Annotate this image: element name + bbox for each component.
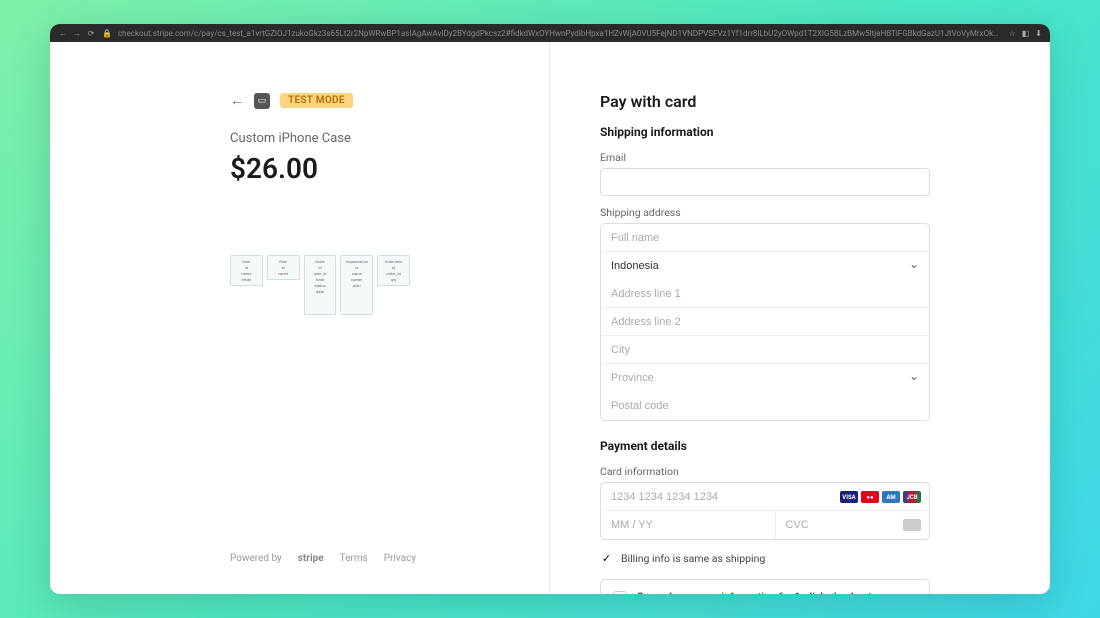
payment-panel: Pay with card Shipping information Email… bbox=[550, 42, 1050, 594]
test-mode-badge: TEST MODE bbox=[280, 93, 353, 108]
reload-icon[interactable]: ⟳ bbox=[86, 28, 96, 38]
back-arrow-icon[interactable]: ← bbox=[230, 92, 244, 109]
card-expiry-input[interactable] bbox=[601, 511, 776, 539]
country-select[interactable]: Indonesia bbox=[601, 252, 929, 280]
pay-with-card-heading: Pay with card bbox=[600, 92, 930, 111]
card-brand-icons: VISA ●● AM JCB bbox=[840, 491, 921, 503]
product-image: Useridnameemail Roleidname Orderiduser_i… bbox=[230, 255, 410, 330]
star-icon[interactable]: ☆ bbox=[1009, 29, 1016, 38]
summary-panel: ← ▭ TEST MODE Custom iPhone Case $26.00 … bbox=[50, 42, 550, 594]
merchant-icon: ▭ bbox=[254, 93, 270, 109]
terms-link[interactable]: Terms bbox=[340, 553, 368, 564]
checkmark-icon: ✓ bbox=[600, 552, 613, 565]
billing-same-label: Billing info is same as shipping bbox=[621, 552, 765, 565]
payment-details-heading: Payment details bbox=[600, 439, 930, 453]
card-info-label: Card information bbox=[600, 465, 930, 478]
visa-icon: VISA bbox=[840, 491, 858, 503]
url-text: checkout.stripe.com/c/pay/cs_test_a1vrtG… bbox=[118, 29, 1003, 38]
back-nav-icon[interactable]: ← bbox=[58, 28, 68, 38]
mastercard-icon: ●● bbox=[861, 491, 879, 503]
email-label: Email bbox=[600, 151, 930, 164]
browser-address-bar: ← → ⟳ 🔒 checkout.stripe.com/c/pay/cs_tes… bbox=[50, 24, 1050, 42]
save-info-checkbox[interactable] bbox=[613, 591, 627, 594]
browser-window: ← → ⟳ 🔒 checkout.stripe.com/c/pay/cs_tes… bbox=[50, 24, 1050, 594]
jcb-icon: JCB bbox=[903, 491, 921, 503]
address-line-2-input[interactable] bbox=[601, 308, 929, 336]
product-name: Custom iPhone Case bbox=[230, 131, 459, 146]
privacy-link[interactable]: Privacy bbox=[384, 553, 416, 564]
forward-nav-icon[interactable]: → bbox=[72, 28, 82, 38]
lock-icon: 🔒 bbox=[102, 29, 112, 38]
cvc-card-icon bbox=[903, 519, 921, 531]
email-input[interactable] bbox=[600, 168, 930, 196]
card-input-group: VISA ●● AM JCB bbox=[600, 482, 930, 540]
shipping-info-heading: Shipping information bbox=[600, 125, 930, 139]
download-icon[interactable]: ⬇ bbox=[1035, 29, 1042, 38]
city-input[interactable] bbox=[601, 336, 929, 364]
postal-code-input[interactable] bbox=[601, 392, 929, 420]
shipping-address-group: Indonesia Province bbox=[600, 223, 930, 421]
address-line-1-input[interactable] bbox=[601, 280, 929, 308]
stripe-logo: stripe bbox=[298, 553, 324, 564]
shipping-address-label: Shipping address bbox=[600, 206, 930, 219]
fullname-input[interactable] bbox=[601, 224, 929, 252]
billing-same-row[interactable]: ✓ Billing info is same as shipping bbox=[600, 552, 930, 565]
save-info-box[interactable]: Securely save my information for 1-click… bbox=[600, 579, 930, 594]
amex-icon: AM bbox=[882, 491, 900, 503]
save-info-title: Securely save my information for 1-click… bbox=[637, 590, 872, 594]
footer: Powered by stripe Terms Privacy bbox=[230, 553, 459, 564]
province-select[interactable]: Province bbox=[601, 364, 929, 392]
extensions-icon[interactable]: ◧ bbox=[1022, 29, 1030, 38]
product-price: $26.00 bbox=[230, 152, 459, 185]
powered-by-label: Powered by bbox=[230, 553, 282, 564]
